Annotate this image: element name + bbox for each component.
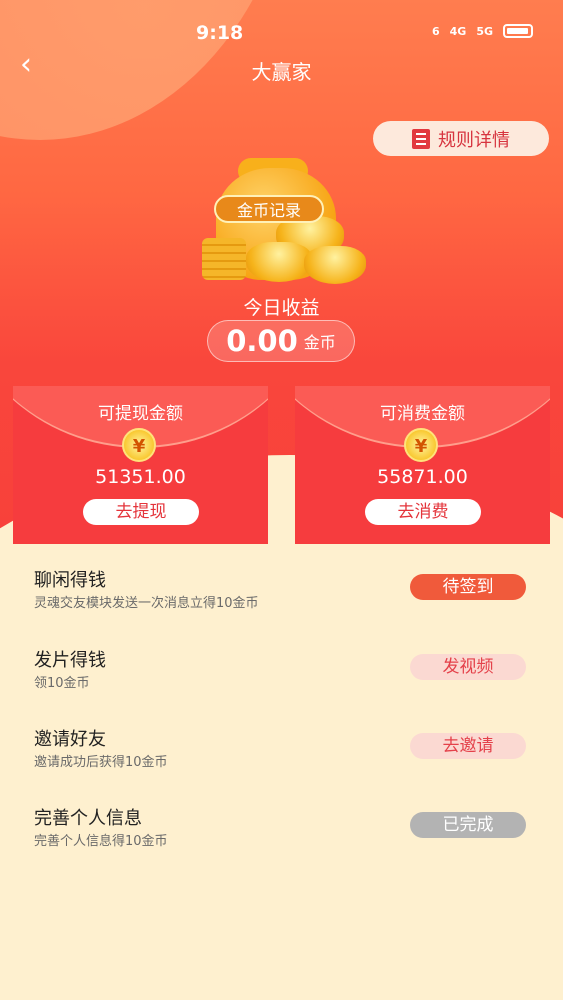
book-icon	[412, 128, 430, 149]
task-invite: 邀请好友 邀请成功后获得10金币 去邀请	[0, 719, 563, 779]
task-desc: 邀请成功后获得10金币	[34, 755, 168, 770]
withdraw-card: 可提现金额 ¥ 51351.00 去提现	[13, 386, 268, 544]
battery-icon	[503, 24, 533, 38]
status-bar: 9:18 6 4G 5G	[0, 22, 563, 46]
rules-button[interactable]: 规则详情	[373, 121, 549, 156]
today-earnings-value: 0.00	[226, 324, 298, 358]
task-desc: 完善个人信息得10金币	[34, 834, 168, 849]
nav-bar: ‹ 大赢家	[0, 50, 563, 85]
withdraw-button[interactable]: 去提现	[83, 499, 199, 525]
task-chat: 聊闲得钱 灵魂交友模块发送一次消息立得10金币 待签到	[0, 560, 563, 620]
status-icons: 6 4G 5G	[432, 24, 533, 38]
task-desc: 领10金币	[34, 676, 90, 691]
spend-card: 可消费金额 ¥ 55871.00 去消费	[295, 386, 550, 544]
page-title: 大赢家	[251, 60, 312, 84]
spend-title: 可消费金额	[380, 404, 465, 424]
gold-ingot	[304, 246, 366, 284]
today-earnings-label: 今日收益	[243, 297, 320, 319]
today-earnings-pill: 0.00 金币	[207, 320, 355, 362]
task-checkin-button[interactable]: 待签到	[410, 574, 526, 600]
coins-record-button[interactable]: 金币记录	[214, 195, 324, 223]
task-profile: 完善个人信息 完善个人信息得10金币 已完成	[0, 798, 563, 858]
task-title: 发片得钱	[34, 650, 106, 671]
task-title: 完善个人信息	[34, 808, 142, 829]
signal-4g-icon: 4G	[449, 24, 467, 38]
yuan-coin-icon: ¥	[404, 428, 438, 462]
withdraw-title: 可提现金额	[98, 404, 183, 424]
task-title: 聊闲得钱	[34, 570, 106, 591]
task-desc: 灵魂交友模块发送一次消息立得10金币	[34, 596, 259, 611]
signal-5g-icon: 5G	[476, 24, 493, 38]
withdraw-amount: 51351.00	[95, 466, 186, 488]
clock: 9:18	[196, 22, 244, 44]
task-completed-button[interactable]: 已完成	[410, 812, 526, 838]
task-video: 发片得钱 领10金币 发视频	[0, 640, 563, 700]
rules-label: 规则详情	[438, 129, 510, 151]
task-title: 邀请好友	[34, 729, 106, 750]
coin-stack	[202, 238, 246, 280]
spend-amount: 55871.00	[377, 466, 468, 488]
spend-button[interactable]: 去消费	[365, 499, 481, 525]
today-earnings-unit: 金币	[303, 333, 336, 352]
gold-ingot	[246, 242, 312, 282]
task-post-video-button[interactable]: 发视频	[410, 654, 526, 680]
wifi-icon: 6	[431, 24, 440, 38]
yuan-coin-icon: ¥	[122, 428, 156, 462]
task-invite-button[interactable]: 去邀请	[410, 733, 526, 759]
